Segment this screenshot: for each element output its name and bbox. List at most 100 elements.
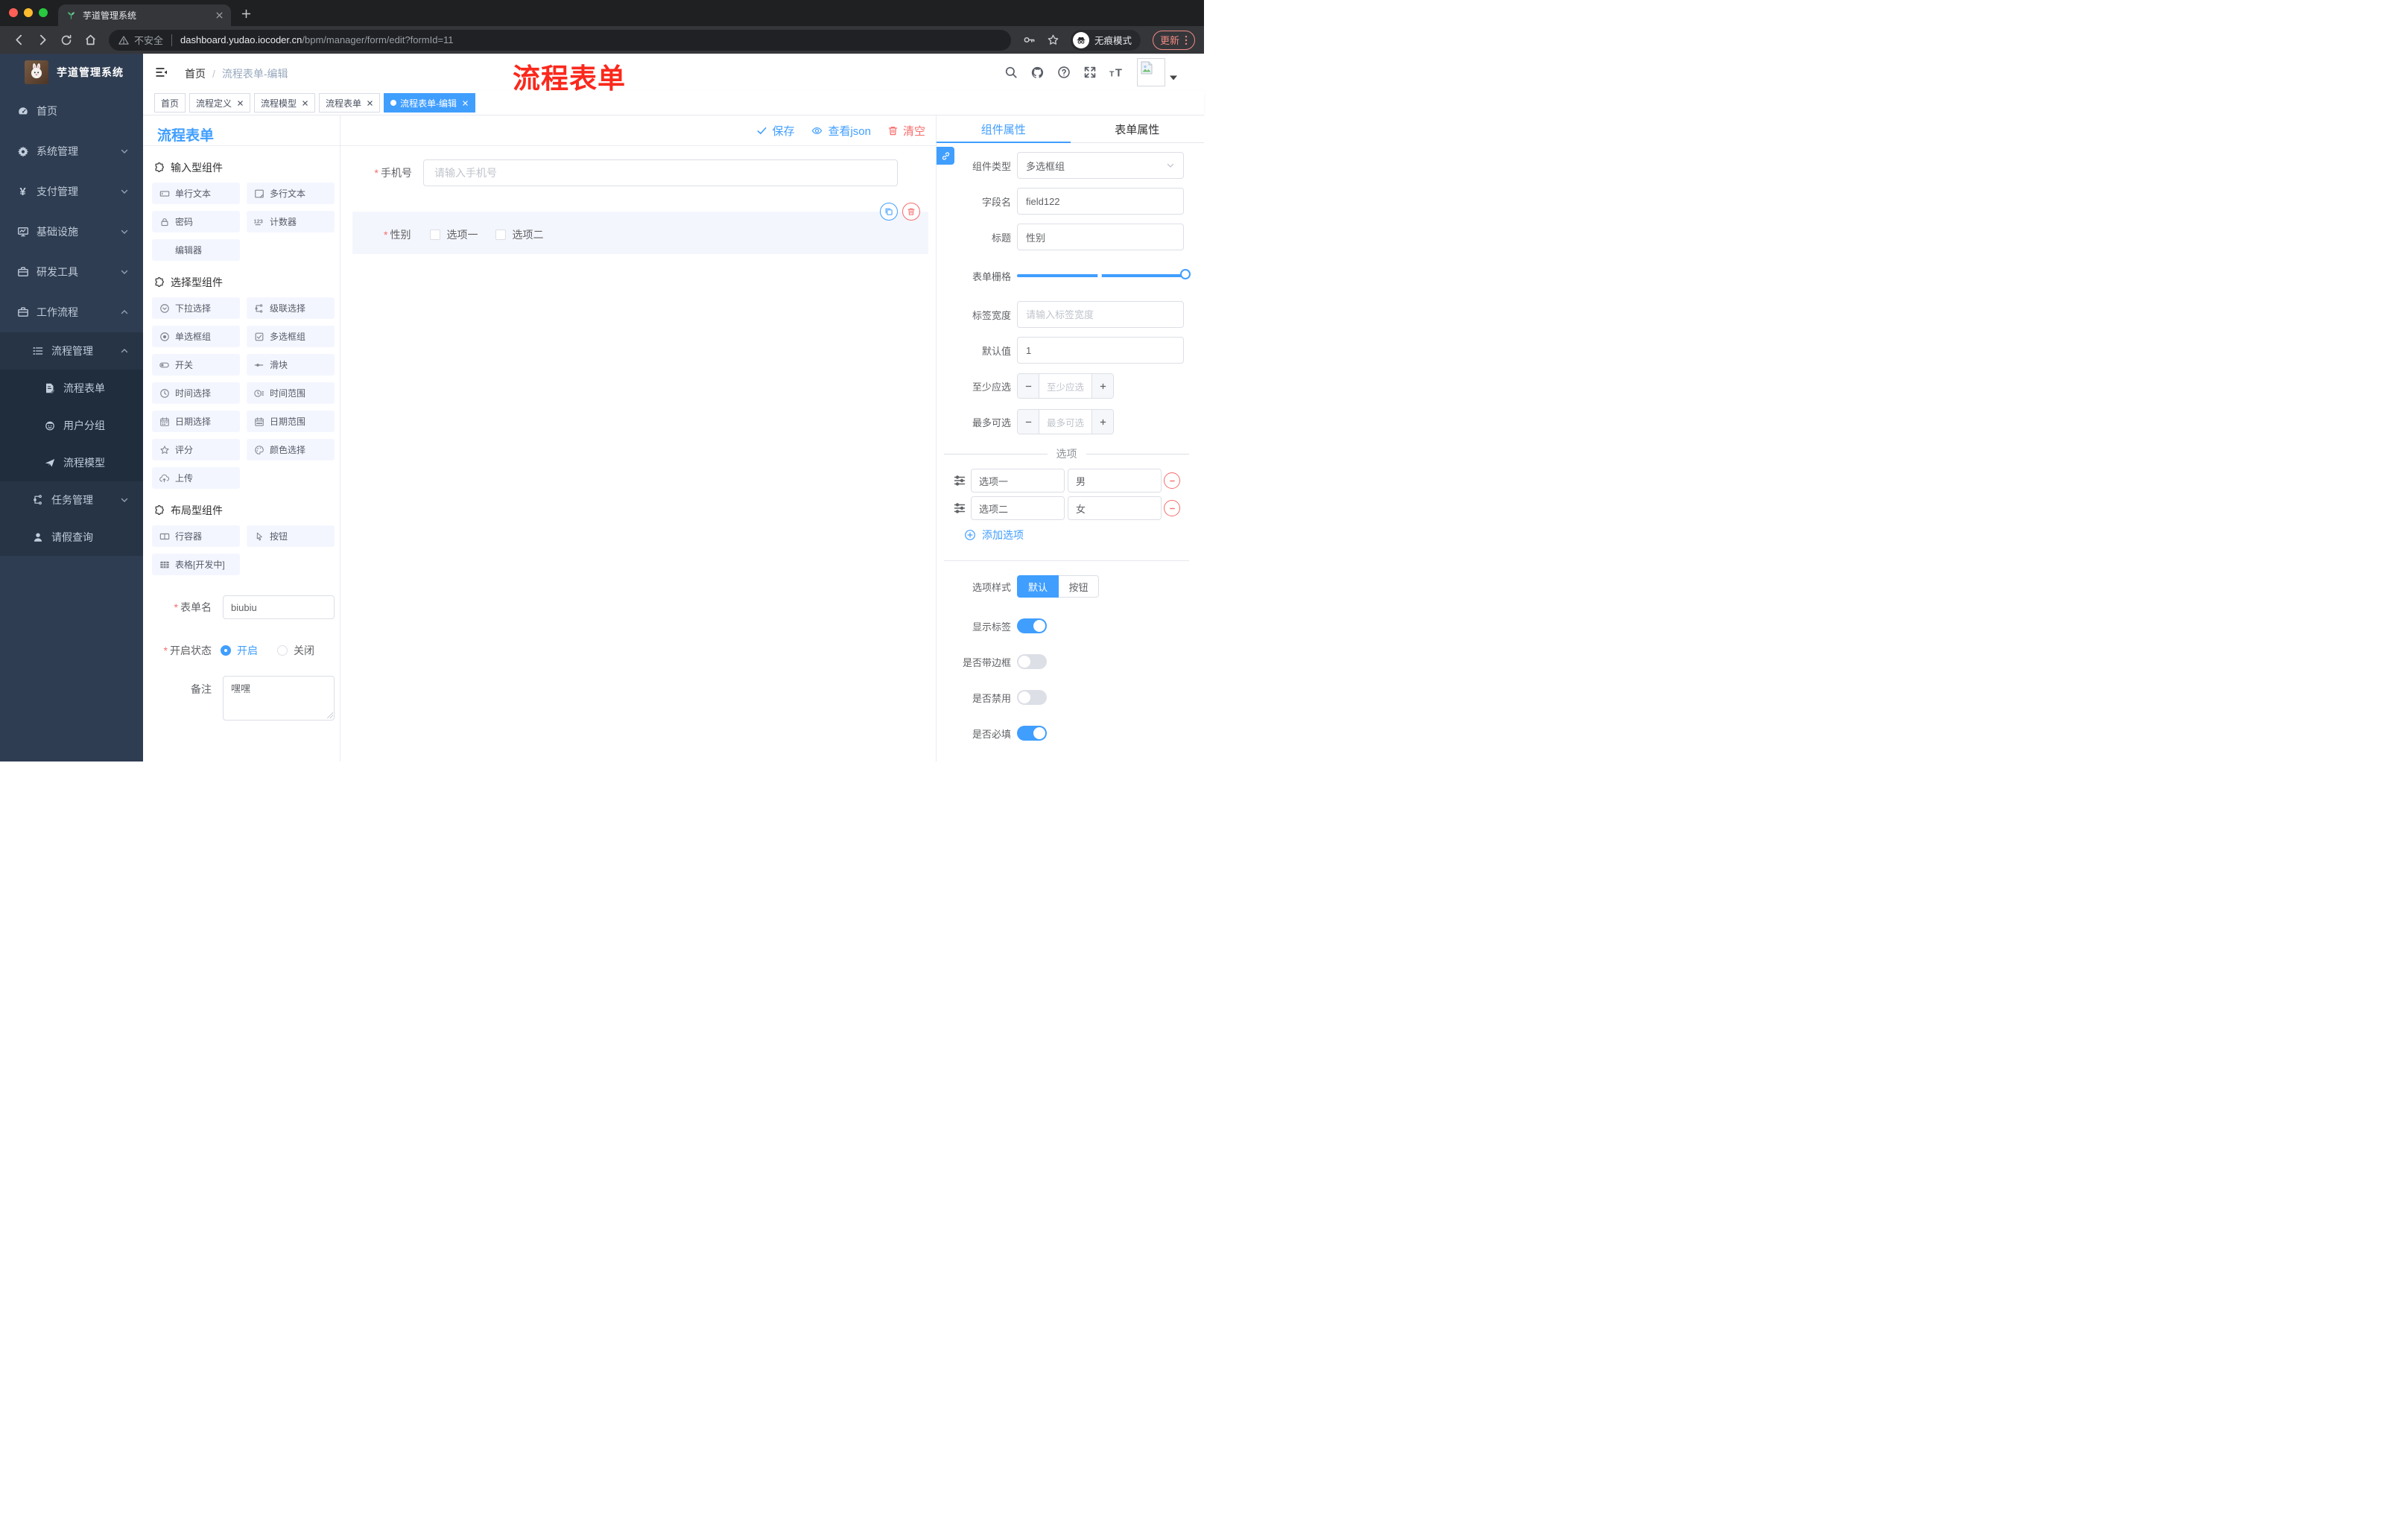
address-bar[interactable]: 不安全 dashboard.yudao.iocoder.cn/bpm/manag… [109, 29, 1011, 51]
palette-item-cascader[interactable]: 级联选择 [247, 297, 335, 319]
palette-item-counter[interactable]: 123 计数器 [247, 211, 335, 232]
palette-item-select[interactable]: 下拉选择 [152, 297, 240, 319]
checkbox[interactable] [495, 229, 507, 240]
duplicate-field-button[interactable] [880, 203, 898, 221]
new-tab-button[interactable] [238, 6, 253, 21]
sidebar-item-dev-tools[interactable]: 研发工具 [0, 252, 143, 292]
tag-close-icon[interactable] [462, 100, 469, 107]
drag-handle-icon[interactable] [953, 474, 966, 487]
browser-tab[interactable]: 芋道管理系统 [58, 4, 231, 26]
hamburger-icon[interactable] [154, 66, 168, 79]
palette-item-table[interactable]: 表格[开发中] [152, 554, 240, 575]
sidebar-item-user-group[interactable]: 用户分组 [0, 407, 143, 444]
palette-item-switch[interactable]: 开关 [152, 354, 240, 376]
palette-item-rate[interactable]: 评分 [152, 439, 240, 460]
remove-option-icon[interactable] [1164, 472, 1180, 489]
search-icon[interactable] [1004, 66, 1018, 79]
password-key-icon[interactable] [1020, 31, 1039, 50]
palette-item-radio-group[interactable]: 单选框组 [152, 326, 240, 347]
status-on-radio[interactable] [221, 645, 231, 656]
tag-process-form-edit[interactable]: 流程表单-编辑 [384, 93, 476, 113]
component-type-select[interactable]: 多选框组 [1017, 152, 1184, 179]
add-option-button[interactable]: 添加选项 [964, 528, 1024, 542]
window-close-button[interactable] [9, 8, 18, 17]
plus-icon[interactable] [1091, 410, 1113, 434]
canvas-field-phone[interactable]: * 手机号 [340, 159, 898, 186]
sidebar-logo[interactable]: 芋道管理系统 [0, 54, 143, 91]
tab-close-icon[interactable] [215, 11, 224, 19]
phone-input[interactable] [423, 159, 898, 186]
grid-slider[interactable] [1017, 269, 1191, 279]
font-size-icon[interactable]: TT [1109, 66, 1124, 79]
window-zoom-button[interactable] [39, 8, 48, 17]
required-toggle[interactable] [1017, 726, 1047, 741]
field-name-input[interactable] [1017, 188, 1184, 215]
palette-item-date-range[interactable]: 日期范围 [247, 411, 335, 432]
minus-icon[interactable] [1018, 374, 1039, 398]
palette-item-upload[interactable]: 上传 [152, 467, 240, 489]
canvas-field-gender-selected[interactable]: * 性别 选项一 选项二 [352, 203, 928, 254]
palette-item-button[interactable]: 按钮 [247, 525, 335, 547]
border-toggle[interactable] [1017, 654, 1047, 669]
security-warning-icon[interactable] [118, 35, 129, 45]
palette-item-single-text[interactable]: 单行文本 [152, 183, 240, 204]
palette-item-date-picker[interactable]: 日期选择 [152, 411, 240, 432]
drag-handle-icon[interactable] [953, 501, 966, 515]
style-default-button[interactable]: 默认 [1017, 575, 1059, 598]
tag-process-model[interactable]: 流程模型 [254, 93, 316, 113]
sidebar-item-infrastructure[interactable]: 基础设施 [0, 212, 143, 252]
help-icon[interactable] [1057, 66, 1071, 79]
sidebar-item-process-form[interactable]: 流程表单 [0, 370, 143, 407]
option-label-input[interactable] [971, 496, 1065, 520]
gender-option-1[interactable]: 选项一 [430, 227, 478, 242]
palette-item-checkbox-group[interactable]: 多选框组 [247, 326, 335, 347]
back-icon[interactable] [9, 31, 28, 50]
gender-option-2[interactable]: 选项二 [495, 227, 543, 242]
avatar-caret-icon[interactable] [1170, 75, 1177, 80]
browser-menu-icon[interactable] [1185, 35, 1188, 45]
status-on-label[interactable]: 开启 [237, 643, 258, 658]
fullscreen-icon[interactable] [1083, 66, 1097, 79]
min-select-value[interactable]: 至少应选 [1039, 374, 1091, 398]
sidebar-item-task-management[interactable]: 任务管理 [0, 481, 143, 519]
save-button[interactable]: 保存 [756, 123, 794, 139]
option-value-input[interactable] [1068, 496, 1162, 520]
tag-process-definition[interactable]: 流程定义 [189, 93, 251, 113]
tab-component-props[interactable]: 组件属性 [937, 115, 1071, 143]
palette-item-row-container[interactable]: 行容器 [152, 525, 240, 547]
default-value-input[interactable] [1017, 337, 1184, 364]
sidebar-item-process-model[interactable]: 流程模型 [0, 444, 143, 481]
label-width-input[interactable] [1017, 301, 1184, 328]
minus-icon[interactable] [1018, 410, 1039, 434]
avatar[interactable] [1137, 58, 1165, 86]
checkbox[interactable] [430, 229, 441, 240]
style-button-button[interactable]: 按钮 [1059, 575, 1099, 598]
tag-process-form[interactable]: 流程表单 [319, 93, 381, 113]
tag-close-icon[interactable] [302, 100, 308, 107]
tab-form-props[interactable]: 表单属性 [1071, 115, 1205, 142]
reload-icon[interactable] [57, 31, 76, 50]
form-name-input[interactable] [223, 595, 335, 619]
option-label-input[interactable] [971, 469, 1065, 493]
disabled-toggle[interactable] [1017, 690, 1047, 705]
plus-icon[interactable] [1091, 374, 1113, 398]
sidebar-item-system[interactable]: 系统管理 [0, 131, 143, 171]
sidebar-item-workflow[interactable]: 工作流程 [0, 292, 143, 332]
sidebar-item-process-management[interactable]: 流程管理 [0, 332, 143, 370]
tag-close-icon[interactable] [367, 100, 373, 107]
status-off-radio[interactable] [277, 645, 288, 656]
sidebar-item-payment[interactable]: ¥ 支付管理 [0, 171, 143, 212]
window-minimize-button[interactable] [24, 8, 33, 17]
option-value-input[interactable] [1068, 469, 1162, 493]
palette-item-editor[interactable]: 编辑器 [152, 239, 240, 261]
home-icon[interactable] [80, 31, 100, 50]
status-off-label[interactable]: 关闭 [294, 643, 314, 658]
palette-item-time-range[interactable]: 时间范围 [247, 382, 335, 404]
slider-handle[interactable] [1180, 269, 1191, 279]
sidebar-item-home[interactable]: 首页 [0, 91, 143, 131]
github-icon[interactable] [1030, 66, 1045, 80]
palette-item-multi-text[interactable]: 多行文本 [247, 183, 335, 204]
palette-item-slider[interactable]: 滑块 [247, 354, 335, 376]
bookmark-star-icon[interactable] [1044, 31, 1063, 50]
delete-field-button[interactable] [902, 203, 920, 221]
